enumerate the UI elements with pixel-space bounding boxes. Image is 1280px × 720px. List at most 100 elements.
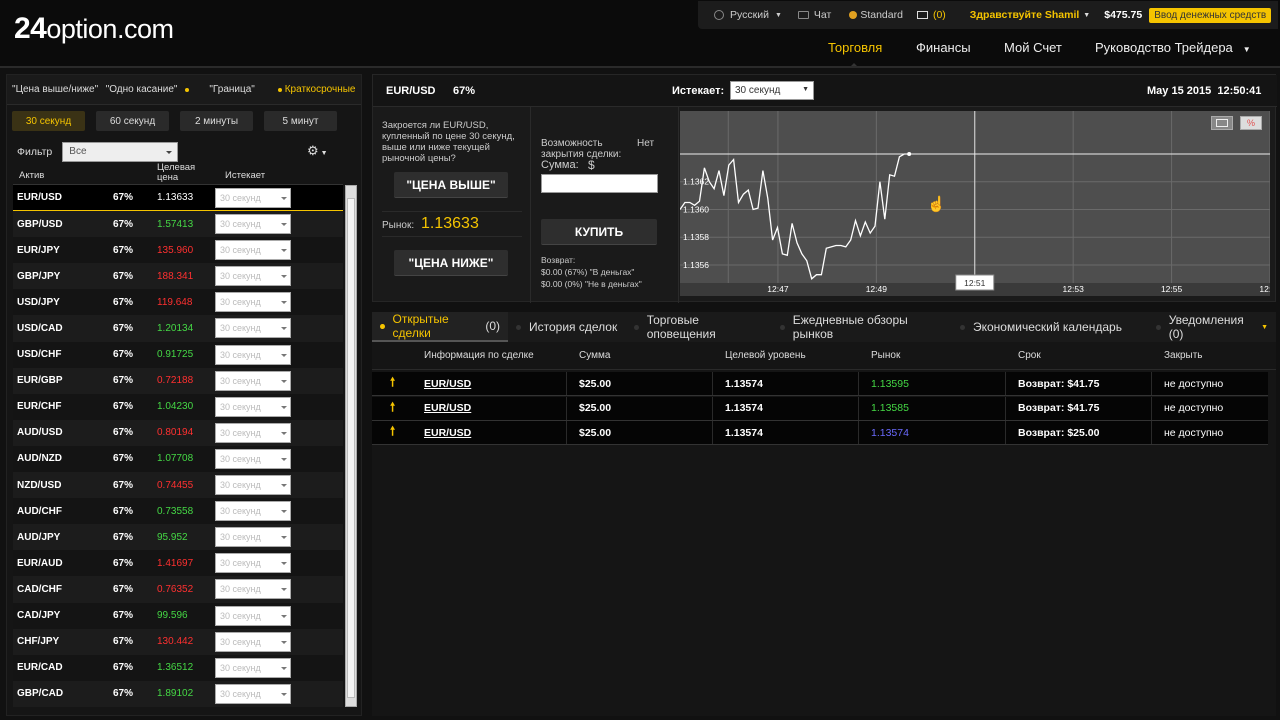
- asset-expiry-select[interactable]: 30 секунд: [215, 344, 291, 365]
- buy-button[interactable]: КУПИТЬ: [541, 219, 657, 245]
- trade-term: Возврат: $41.75: [1018, 402, 1100, 414]
- scrollbar-thumb[interactable]: [347, 198, 355, 698]
- logo[interactable]: 24option.com: [14, 12, 174, 46]
- asset-expiry-select[interactable]: 30 секунд: [215, 605, 291, 626]
- language-selector[interactable]: Русский ▼: [714, 9, 782, 21]
- tab-economic-calendar[interactable]: Экономический календарь: [952, 312, 1148, 342]
- asset-price: 1.41697: [157, 557, 194, 569]
- user-menu[interactable]: Здравствуйте Shamil ▼: [970, 9, 1090, 21]
- asset-expiry-select[interactable]: 30 секунд: [215, 318, 291, 339]
- tab-open-trades[interactable]: Открытые сделки (0): [372, 312, 508, 342]
- asset-expiry-select[interactable]: 30 секунд: [215, 266, 291, 287]
- asset-row[interactable]: CAD/JPY 67% 99.596 30 секунд: [13, 602, 343, 629]
- chart-type-button[interactable]: [1211, 116, 1233, 130]
- asset-list-scrollbar[interactable]: [345, 185, 357, 707]
- asset-row[interactable]: EUR/CAD 67% 1.36512 30 секунд: [13, 654, 343, 681]
- column-divider: [858, 372, 859, 395]
- nav-finance[interactable]: Финансы: [916, 40, 971, 55]
- tab-daily-reviews[interactable]: Ежедневные обзоры рынков: [772, 312, 952, 342]
- asset-name: EUR/JPY: [17, 244, 60, 256]
- asset-row[interactable]: EUR/USD 67% 1.13633 30 секунд: [13, 185, 343, 212]
- deposit-button[interactable]: Ввод денежных средств: [1149, 7, 1272, 23]
- tab-trade-history[interactable]: История сделок: [508, 312, 626, 342]
- asset-row[interactable]: USD/CHF 67% 0.91725 30 секунд: [13, 341, 343, 368]
- tab-one-touch[interactable]: "Одно касание": [103, 75, 195, 104]
- asset-row[interactable]: AUD/NZD 67% 1.07708 30 секунд: [13, 445, 343, 473]
- asset-expiry-select[interactable]: 30 секунд: [215, 683, 291, 704]
- asset-expiry-select[interactable]: 30 секунд: [215, 292, 291, 313]
- price-chart[interactable]: 1.1362 1.1360 1.1358 1.1356 12:47 12:49 12:53 1…: [679, 111, 1280, 296]
- asset-expiry-select[interactable]: 30 секунд: [215, 396, 291, 417]
- col-amount: Сумма: [579, 350, 611, 361]
- asset-name: AUD/USD: [17, 427, 63, 439]
- y-tick-label: 1.1356: [683, 260, 709, 270]
- nav-my-account[interactable]: Мой Счет: [1004, 40, 1062, 55]
- trade-asset-link[interactable]: EUR/USD: [424, 372, 471, 395]
- asset-price: 130.442: [157, 636, 194, 648]
- asset-name: CAD/CHF: [17, 583, 62, 595]
- asset-row[interactable]: AUD/USD 67% 0.80194 30 секунд: [13, 419, 343, 446]
- arrow-up-icon: 🠕: [390, 424, 396, 438]
- asset-name: GBP/USD: [17, 218, 63, 230]
- col-term: Срок: [1018, 350, 1041, 361]
- expiry-select[interactable]: 30 секунд ▼: [730, 81, 814, 100]
- asset-row[interactable]: GBP/JPY 67% 188.341 30 секунд: [13, 263, 343, 290]
- duration-5m-button[interactable]: 5 минут: [264, 111, 337, 131]
- asset-expiry-select[interactable]: 30 секунд: [215, 214, 291, 235]
- nav-trading[interactable]: Торговля: [828, 40, 882, 55]
- asset-table-header: Актив Целевая цена Истекает: [13, 163, 343, 185]
- asset-row[interactable]: EUR/CHF 67% 1.04230 30 секунд: [13, 393, 343, 420]
- trade-amount: $25.00: [579, 402, 612, 414]
- asset-row[interactable]: CHF/JPY 67% 130.442 30 секунд: [13, 628, 343, 655]
- settings-menu[interactable]: ⚙ ▼: [307, 143, 328, 159]
- asset-row[interactable]: EUR/AUD 67% 1.41697 30 секунд: [13, 550, 343, 577]
- asset-expiry-select[interactable]: 30 секунд: [215, 448, 291, 469]
- asset-payout: 67%: [113, 688, 134, 700]
- asset-row[interactable]: AUD/CHF 67% 0.73558 30 секунд: [13, 498, 343, 525]
- duration-30s-button[interactable]: 30 секунд: [12, 111, 85, 131]
- col-target-level: Целевой уровень: [725, 350, 806, 361]
- asset-row[interactable]: AUD/JPY 67% 95.952 30 секунд: [13, 524, 343, 551]
- asset-expiry-select[interactable]: 30 секунд: [215, 657, 291, 678]
- tab-high-low[interactable]: "Цена выше/ниже": [7, 75, 103, 104]
- tab-short-term[interactable]: Краткосрочные: [269, 75, 361, 104]
- asset-expiry-select[interactable]: 30 секунд: [215, 501, 291, 522]
- chat-link[interactable]: Чат: [797, 9, 831, 21]
- trade-asset-link[interactable]: EUR/USD: [424, 397, 471, 420]
- currency-sign: $: [588, 158, 595, 172]
- asset-row[interactable]: EUR/GBP 67% 0.72188 30 секунд: [13, 367, 343, 394]
- asset-row[interactable]: CAD/CHF 67% 0.76352 30 секунд: [13, 576, 343, 603]
- chart-percent-button[interactable]: %: [1240, 116, 1262, 130]
- account-type[interactable]: Standard: [849, 9, 903, 21]
- tab-trade-alerts[interactable]: Торговые оповещения: [626, 312, 772, 342]
- trade-asset-link[interactable]: EUR/USD: [424, 421, 471, 444]
- asset-expiry-select[interactable]: 30 секунд: [215, 422, 291, 443]
- asset-price: 188.341: [157, 270, 194, 282]
- direction-column: Закроется ли EUR/USD, купленный по цене …: [373, 107, 531, 303]
- asset-expiry-select[interactable]: 30 секунд: [215, 240, 291, 261]
- trade-row: 🠕 EUR/USD $25.00 1.13574 1.13574 Возврат: $25…: [372, 421, 1268, 445]
- asset-expiry-select[interactable]: 30 секунд: [215, 475, 291, 496]
- tab-boundary[interactable]: "Граница": [195, 75, 269, 104]
- duration-2m-button[interactable]: 2 минуты: [180, 111, 253, 131]
- call-button[interactable]: "ЦЕНА ВЫШЕ": [394, 172, 508, 198]
- asset-row[interactable]: GBP/CAD 67% 1.89102 30 секунд: [13, 680, 343, 707]
- asset-row[interactable]: USD/CAD 67% 1.20134 30 секунд: [13, 315, 343, 342]
- filter-select[interactable]: Все: [62, 142, 179, 162]
- asset-expiry-select[interactable]: 30 секунд: [215, 579, 291, 600]
- duration-60s-button[interactable]: 60 секунд: [96, 111, 169, 131]
- asset-expiry-select[interactable]: 30 секунд: [215, 370, 291, 391]
- asset-row[interactable]: USD/JPY 67% 119.648 30 секунд: [13, 289, 343, 316]
- messages-link[interactable]: (0): [916, 9, 946, 21]
- asset-row[interactable]: NZD/USD 67% 0.74455 30 секунд: [13, 472, 343, 499]
- tab-notifications[interactable]: Уведомления (0) ▼: [1148, 312, 1276, 342]
- asset-expiry-select[interactable]: 30 секунд: [215, 631, 291, 652]
- asset-expiry-select[interactable]: 30 секунд: [215, 553, 291, 574]
- put-button[interactable]: "ЦЕНА НИЖЕ": [394, 250, 508, 276]
- asset-row[interactable]: GBP/USD 67% 1.57413 30 секунд: [13, 211, 343, 238]
- amount-input[interactable]: [541, 174, 658, 193]
- nav-trader-guide[interactable]: Руководство Трейдера ▼: [1095, 40, 1251, 55]
- asset-expiry-select[interactable]: 30 секунд: [215, 188, 291, 208]
- asset-row[interactable]: EUR/JPY 67% 135.960 30 секунд: [13, 237, 343, 264]
- asset-expiry-select[interactable]: 30 секунд: [215, 527, 291, 548]
